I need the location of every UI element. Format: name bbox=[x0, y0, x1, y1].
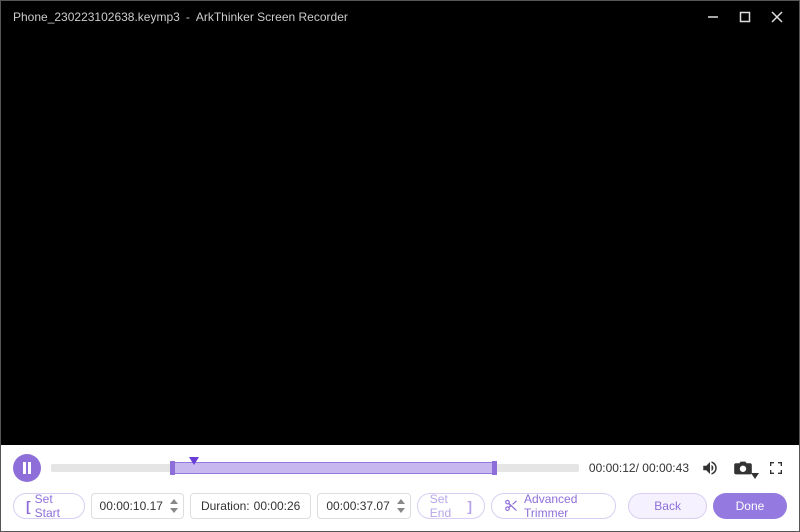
fullscreen-icon[interactable] bbox=[765, 457, 787, 479]
bracket-open-icon: [ bbox=[26, 498, 31, 514]
start-time-value: 00:00:10.17 bbox=[100, 499, 163, 513]
scissors-icon bbox=[504, 499, 518, 513]
end-time-spinner bbox=[396, 498, 406, 515]
end-time-input[interactable]: 00:00:37.07 bbox=[317, 493, 410, 519]
start-time-up[interactable] bbox=[169, 498, 179, 506]
playhead[interactable] bbox=[189, 454, 199, 464]
start-time-input[interactable]: 00:00:10.17 bbox=[91, 493, 184, 519]
bracket-close-icon: ] bbox=[467, 498, 472, 514]
duration-label: Duration: bbox=[201, 499, 250, 513]
time-display: 00:00:12/ 00:00:43 bbox=[589, 461, 689, 475]
window-controls bbox=[699, 5, 791, 29]
set-end-button[interactable]: Set End ] bbox=[417, 493, 485, 519]
playback-row: 00:00:12/ 00:00:43 bbox=[1, 445, 799, 487]
title-sep: - bbox=[186, 10, 190, 24]
end-time-value: 00:00:37.07 bbox=[326, 499, 389, 513]
trim-row: [ Set Start 00:00:10.17 Duration: 00:00:2… bbox=[1, 487, 799, 531]
selection-start-handle[interactable] bbox=[170, 461, 175, 475]
current-time: 00:00:12 bbox=[589, 461, 636, 475]
advanced-trimmer-button[interactable]: Advanced Trimmer bbox=[491, 493, 616, 519]
end-time-up[interactable] bbox=[396, 498, 406, 506]
maximize-button[interactable] bbox=[731, 5, 759, 29]
advanced-trimmer-label: Advanced Trimmer bbox=[524, 492, 603, 520]
back-button[interactable]: Back bbox=[628, 493, 707, 519]
selection-end-handle[interactable] bbox=[492, 461, 497, 475]
close-button[interactable] bbox=[763, 5, 791, 29]
snapshot-icon[interactable] bbox=[729, 457, 757, 479]
duration-display: Duration: 00:00:26 bbox=[190, 493, 311, 519]
title-filename: Phone_230223102638.keymp3 bbox=[13, 10, 180, 24]
timeline-selection[interactable] bbox=[172, 462, 494, 474]
back-label: Back bbox=[654, 499, 681, 513]
done-button[interactable]: Done bbox=[713, 493, 787, 519]
controls-panel: 00:00:12/ 00:00:43 [ Set Start 00:00:10.… bbox=[1, 445, 799, 531]
total-time: 00:00:43 bbox=[642, 461, 689, 475]
set-end-label: Set End bbox=[430, 492, 464, 520]
duration-value: 00:00:26 bbox=[254, 499, 301, 513]
set-start-label: Set Start bbox=[35, 492, 72, 520]
end-time-down[interactable] bbox=[396, 507, 406, 515]
title-app: ArkThinker Screen Recorder bbox=[196, 10, 348, 24]
start-time-spinner bbox=[169, 498, 179, 515]
volume-icon[interactable] bbox=[699, 457, 721, 479]
playback-tools bbox=[699, 457, 787, 479]
minimize-button[interactable] bbox=[699, 5, 727, 29]
titlebar: Phone_230223102638.keymp3 - ArkThinker S… bbox=[1, 1, 799, 33]
video-preview[interactable] bbox=[1, 33, 799, 445]
set-start-button[interactable]: [ Set Start bbox=[13, 493, 85, 519]
start-time-down[interactable] bbox=[169, 507, 179, 515]
pause-button[interactable] bbox=[13, 454, 41, 482]
done-label: Done bbox=[736, 499, 765, 513]
window-title: Phone_230223102638.keymp3 - ArkThinker S… bbox=[13, 10, 348, 24]
timeline[interactable] bbox=[51, 458, 579, 478]
